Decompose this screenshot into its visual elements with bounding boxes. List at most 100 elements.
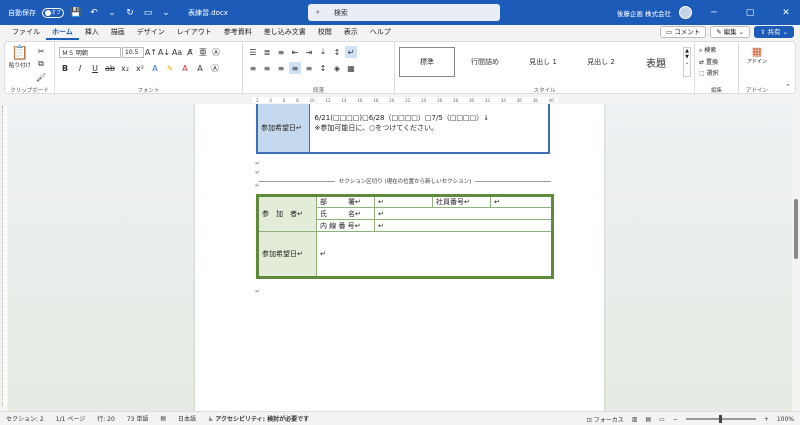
participant-table[interactable]: 参 加 者↵ 部 署↵ ↵ 社員番号↵ ↵ 氏 名↵ ↵ 内 線 番 号↵ ↵ … — [256, 194, 554, 279]
char-shading-icon[interactable]: A — [194, 62, 206, 74]
customize-qat-icon[interactable]: ⌄ — [160, 7, 172, 19]
strikethrough-icon[interactable]: ab — [104, 62, 116, 74]
status-page[interactable]: 1/1 ページ — [56, 414, 85, 423]
align-left-icon[interactable]: ≡ — [247, 62, 259, 74]
tab-insert[interactable]: 挿入 — [79, 25, 105, 40]
cut-icon[interactable]: ✂ — [35, 45, 47, 57]
scrollbar-thumb[interactable] — [794, 199, 798, 259]
style-normal[interactable]: 標準 — [399, 47, 455, 77]
zoom-out-icon[interactable]: − — [673, 416, 678, 423]
edit-mode-button[interactable]: ✎ 編集 ⌄ — [710, 26, 751, 38]
tab-design[interactable]: デザイン — [131, 25, 171, 40]
copy-icon[interactable]: ⧉ — [35, 58, 47, 70]
distribute-icon[interactable]: ≡ — [303, 62, 315, 74]
date-value[interactable]: ↵ — [316, 231, 553, 278]
tab-help[interactable]: ヘルプ — [364, 25, 397, 40]
font-size-select[interactable]: 10.5 — [122, 46, 144, 58]
date-label[interactable]: 参加希望日↵ — [257, 231, 317, 278]
tab-draw[interactable]: 描画 — [105, 25, 131, 40]
document-page[interactable]: 参加希望日↵ 6/21(□□□□)□6/28（□□□□）□7/5（□□□□）↓ … — [195, 104, 604, 411]
vertical-ruler[interactable] — [0, 104, 8, 411]
status-section[interactable]: セクション: 2 — [6, 414, 44, 423]
styles-scroll[interactable]: ▲ ▼ ⌄ — [683, 47, 691, 77]
clear-format-icon[interactable]: A̸ — [184, 46, 196, 58]
multilevel-icon[interactable]: ≡ — [275, 46, 287, 58]
format-painter-icon[interactable]: 🖌 — [35, 71, 47, 83]
autosave-toggle[interactable]: オフ — [42, 7, 64, 18]
font-color-icon[interactable]: A — [179, 62, 191, 74]
style-heading1[interactable]: 見出し 1 — [515, 47, 571, 77]
style-title[interactable]: 表題 — [631, 47, 681, 77]
employee-no-value[interactable]: ↵ — [490, 195, 553, 208]
tab-mailings[interactable]: 差し込み文書 — [258, 25, 312, 40]
focus-button[interactable]: ⊡ フォーカス — [587, 415, 624, 424]
replace-button[interactable]: ⇄ 置換 — [699, 57, 719, 66]
tab-references[interactable]: 参考資料 — [218, 25, 258, 40]
horizontal-ruler[interactable]: 2 4 6 8 10 12 14 16 18 20 22 24 26 28 30 32 34 36 38 40 — [0, 96, 800, 104]
font-grow-icon[interactable]: A↑ — [145, 46, 157, 58]
comment-button[interactable]: ▭ コメント — [660, 26, 707, 38]
status-line[interactable]: 行: 20 — [97, 414, 115, 423]
table1-label[interactable]: 参加希望日↵ — [256, 104, 310, 154]
increase-indent-icon[interactable]: ⇥ — [303, 46, 315, 58]
save-icon[interactable]: 💾 — [70, 7, 82, 19]
tab-review[interactable]: 校閲 — [312, 25, 338, 40]
proofing-icon[interactable]: ▤ — [160, 415, 166, 422]
maximize-button[interactable]: ▢ — [736, 0, 764, 25]
superscript-icon[interactable]: x² — [134, 62, 146, 74]
ext-label[interactable]: 内 線 番 号↵ — [316, 219, 375, 232]
redo-icon[interactable]: ↻ — [124, 7, 136, 19]
tab-file[interactable]: ファイル — [6, 25, 46, 40]
italic-icon[interactable]: I — [74, 62, 86, 74]
search-box[interactable]: ⌕ 検索 — [308, 4, 500, 21]
align-right-icon[interactable]: ≡ — [275, 62, 287, 74]
chevron-down-icon[interactable]: ⌄ — [106, 7, 118, 19]
select-button[interactable]: ⬚ 選択 — [699, 68, 719, 77]
addin-button[interactable]: ▦ アドイン — [743, 45, 771, 65]
show-marks-icon[interactable]: ↵ — [345, 46, 357, 58]
change-case-icon[interactable]: Aa — [171, 46, 183, 58]
minimize-button[interactable]: ─ — [700, 0, 728, 25]
zoom-slider[interactable] — [685, 415, 756, 423]
underline-icon[interactable]: U — [89, 62, 101, 74]
dept-label[interactable]: 部 署↵ — [316, 195, 375, 208]
vertical-scrollbar[interactable] — [792, 104, 800, 411]
status-language[interactable]: 日本語 — [178, 414, 196, 423]
shading-icon[interactable]: ◈ — [331, 62, 343, 74]
align-center-icon[interactable]: ≡ — [261, 62, 273, 74]
share-button[interactable]: ⇪ 共有 ⌄ — [754, 26, 794, 38]
phonetic-guide-icon[interactable]: 亜 — [197, 46, 209, 58]
close-button[interactable]: ✕ — [772, 0, 800, 25]
undo-icon[interactable]: ↶ — [88, 7, 100, 19]
subscript-icon[interactable]: x₂ — [119, 62, 131, 74]
bold-icon[interactable]: B — [59, 62, 71, 74]
user-name[interactable]: 後藤企画 株式会社 — [617, 8, 671, 18]
numbering-icon[interactable]: ≣ — [261, 46, 273, 58]
style-heading2[interactable]: 見出し 2 — [573, 47, 629, 77]
tab-home[interactable]: ホーム — [46, 25, 79, 40]
text-direction-icon[interactable]: ⤓ — [317, 46, 329, 58]
paste-button[interactable]: 📋 貼り付け — [9, 45, 31, 69]
tab-layout[interactable]: レイアウト — [171, 25, 218, 40]
tab-view[interactable]: 表示 — [338, 25, 364, 40]
collapse-ribbon-icon[interactable]: ⌃ — [785, 83, 791, 91]
name-value[interactable]: ↵ — [374, 207, 553, 220]
dept-value[interactable]: ↵ — [374, 195, 433, 208]
zoom-level[interactable]: 100% — [777, 416, 794, 423]
font-shrink-icon[interactable]: A↓ — [158, 46, 170, 58]
employee-no-label[interactable]: 社員番号↵ — [432, 195, 491, 208]
find-button[interactable]: ⌕ 検索 — [699, 45, 719, 55]
participant-label[interactable]: 参 加 者↵ — [257, 195, 317, 232]
enclose-char-icon[interactable]: Ⓐ — [210, 46, 222, 58]
schedule-table[interactable]: 参加希望日↵ 6/21(□□□□)□6/28（□□□□）□7/5（□□□□）↓ … — [256, 104, 550, 154]
name-label[interactable]: 氏 名↵ — [316, 207, 375, 220]
zoom-in-icon[interactable]: + — [764, 416, 769, 423]
avatar[interactable] — [679, 6, 692, 19]
web-layout-icon[interactable]: ▭ — [659, 416, 665, 423]
borders-icon[interactable]: ▦ — [345, 62, 357, 74]
char-border-icon[interactable]: Ⓐ — [209, 62, 221, 74]
bullets-icon[interactable]: ☰ — [247, 46, 259, 58]
read-mode-icon[interactable]: ▥ — [632, 416, 638, 423]
highlight-icon[interactable]: ✎ — [164, 62, 176, 74]
style-no-spacing[interactable]: 行間詰め — [457, 47, 513, 77]
